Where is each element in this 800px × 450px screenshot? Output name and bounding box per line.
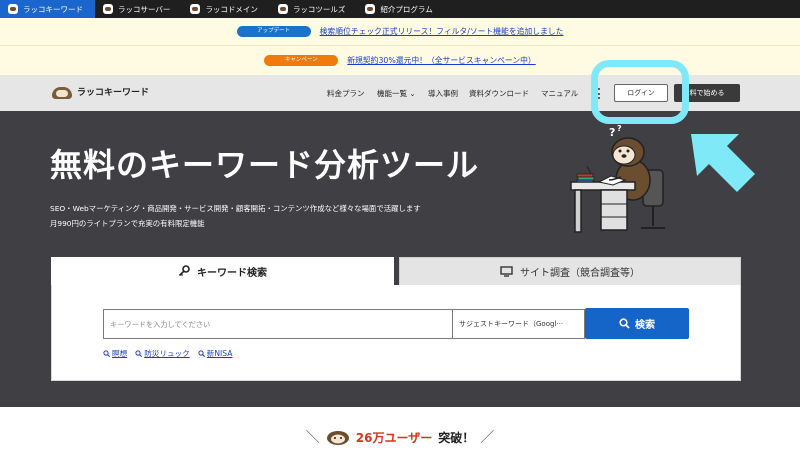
search-icon xyxy=(619,318,630,329)
site-logo[interactable]: ラッコキーワード xyxy=(52,84,149,99)
trend-keyword[interactable]: 新NISA xyxy=(198,348,233,359)
otter-icon xyxy=(103,4,113,14)
hero-subtitle: SEO・Webマーケティング・商品開発・サービス開発・顧客開拓・コンテンツ作成な… xyxy=(50,204,421,213)
nav-download[interactable]: 資料ダウンロード xyxy=(469,88,529,99)
monitor-icon xyxy=(500,266,513,277)
nav-case-studies[interactable]: 導入事例 xyxy=(428,88,458,99)
trend-keyword[interactable]: 防災リュック xyxy=(135,348,190,359)
otter-icon xyxy=(326,431,349,445)
start-free-button[interactable]: 料で始める xyxy=(674,84,740,102)
service-bar: ラッコキーワード ラッコサーバー ラッコドメイン ラッコツールズ 紹介プログラム xyxy=(0,0,800,18)
service-tab-label: 紹介プログラム xyxy=(380,4,433,14)
otter-icon xyxy=(277,4,288,14)
service-tab-rakko-domain[interactable]: ラッコドメイン xyxy=(182,0,270,18)
trend-keyword-label: 瞑想 xyxy=(112,349,128,358)
logo-text: ラッコキーワード xyxy=(77,88,150,98)
tab-site-research[interactable]: サイト調査（競合調査等） xyxy=(399,257,741,285)
search-button[interactable]: 検索 xyxy=(585,308,689,339)
otter-logo-icon xyxy=(52,84,72,99)
trend-keyword-label: 新NISA xyxy=(206,349,233,358)
login-button[interactable]: ログイン xyxy=(614,84,668,102)
users-section: ＼ 26万ユーザー 突破！ ／ xyxy=(0,407,800,450)
tab-keyword-search[interactable]: キーワード検索 xyxy=(51,257,394,285)
users-milestone: ＼ 26万ユーザー 突破！ ／ xyxy=(0,427,800,447)
tab-site-research-label: サイト調査（競合調査等） xyxy=(520,268,640,279)
service-tab-label: ラッコサーバー xyxy=(118,4,171,14)
service-tab-rakko-keyword[interactable]: ラッコキーワード xyxy=(0,0,95,18)
decorative-slash: ／ xyxy=(480,430,495,446)
hero-subtitle-plan: 月990円のライトプランで充実の有料限定機能 xyxy=(50,219,205,228)
update-badge: アップデート xyxy=(236,26,311,37)
campaign-notice-link[interactable]: 新規契約30%還元中！（全サービスキャンペーン中） xyxy=(347,55,535,66)
update-notice-link[interactable]: 検索順位チェック正式リリース！フィルタ/ソート機能を追加しました xyxy=(320,26,564,37)
service-tab-rakko-server[interactable]: ラッコサーバー xyxy=(95,0,182,18)
service-tab-label: ラッコツールズ xyxy=(292,4,346,14)
nav-manual[interactable]: マニュアル xyxy=(541,88,578,99)
service-tab-label: ラッコドメイン xyxy=(205,4,258,14)
decorative-slash: ＼ xyxy=(305,430,320,446)
service-tab-referral[interactable]: 紹介プログラム xyxy=(357,0,444,18)
svg-text:?: ? xyxy=(609,126,615,139)
keyword-search-input[interactable] xyxy=(103,309,452,339)
users-suffix: 突破！ xyxy=(438,430,475,445)
site-header: ラッコキーワード 料金プラン 機能一覧 ⌄ 導入事例 資料ダウンロード マニュア… xyxy=(0,75,800,111)
nav-pricing[interactable]: 料金プラン xyxy=(327,88,365,99)
otter-icon xyxy=(365,4,376,14)
search-icon xyxy=(103,350,110,357)
search-icon xyxy=(198,350,205,357)
trending-keywords: 瞑想 防災リュック 新NISA xyxy=(103,348,232,359)
nav-features[interactable]: 機能一覧 ⌄ xyxy=(377,88,416,99)
update-notice: アップデート 検索順位チェック正式リリース！フィルタ/ソート機能を追加しました xyxy=(0,18,800,46)
trend-keyword-label: 防災リュック xyxy=(144,349,190,358)
search-button-label: 検索 xyxy=(635,320,655,331)
key-icon xyxy=(178,265,190,277)
suggest-source-select[interactable]: サジェストキーワード（Googl··· xyxy=(452,309,585,339)
otter-at-desk-illustration: ? ? xyxy=(570,124,665,233)
pointer-arrow-icon xyxy=(691,134,755,192)
trend-keyword[interactable]: 瞑想 xyxy=(103,348,127,359)
more-menu-icon[interactable] xyxy=(597,88,601,99)
otter-icon xyxy=(190,4,201,14)
campaign-notice: キャンペーン 新規契約30%還元中！（全サービスキャンペーン中） xyxy=(0,46,800,75)
tab-keyword-search-label: キーワード検索 xyxy=(197,267,267,279)
search-icon xyxy=(135,350,143,357)
suggest-source-value: サジェストキーワード（Googl··· xyxy=(459,320,564,328)
otter-icon xyxy=(8,4,18,14)
hero-title: 無料のキーワード分析ツール xyxy=(50,146,480,184)
service-tab-rakko-tools[interactable]: ラッコツールズ xyxy=(270,0,358,18)
svg-text:?: ? xyxy=(617,124,622,133)
users-count: 26万ユーザー xyxy=(355,430,433,445)
service-tab-label: ラッコキーワード xyxy=(23,4,83,14)
campaign-badge: キャンペーン xyxy=(264,55,339,66)
